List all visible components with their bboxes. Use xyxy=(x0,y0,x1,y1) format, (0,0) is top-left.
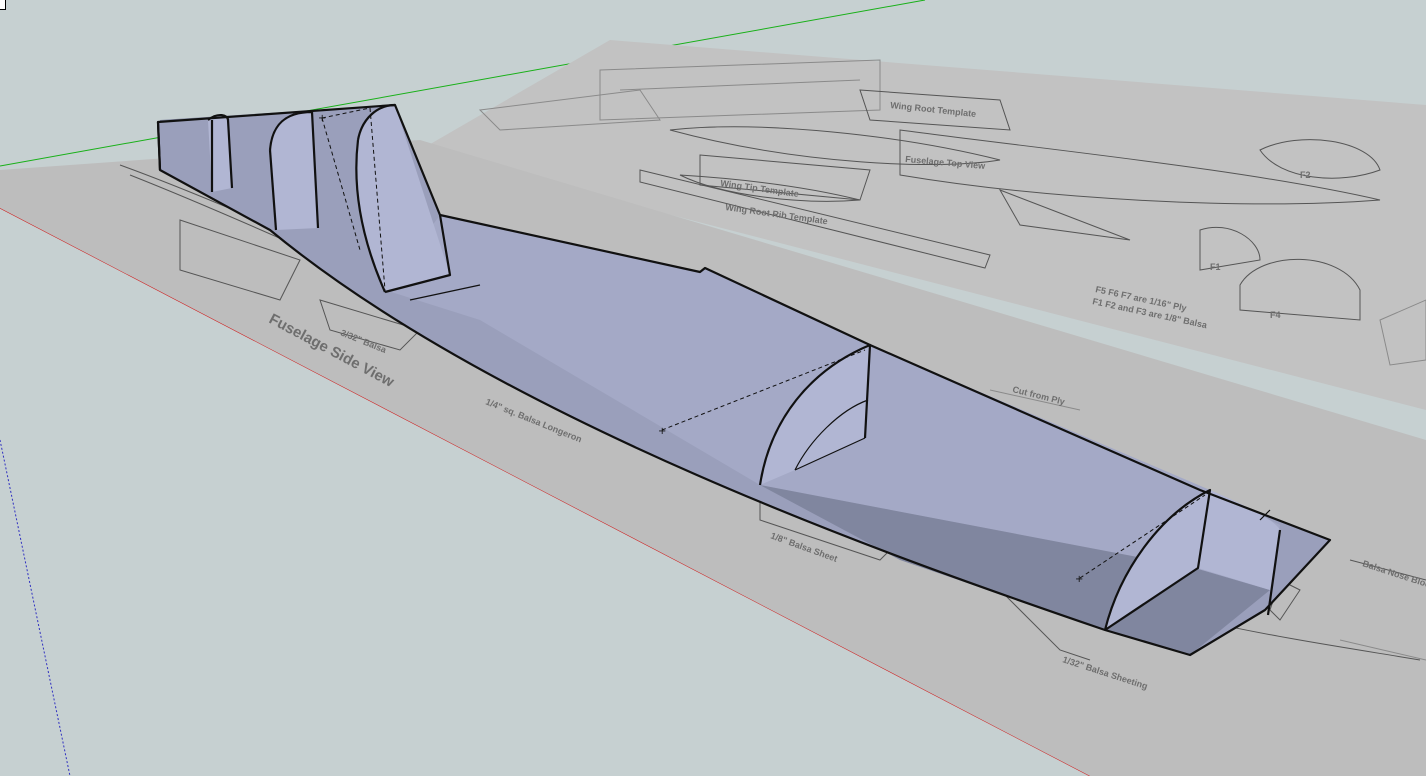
plan-top-f1-label: F1 xyxy=(1210,262,1221,272)
plan-top-f4-label: F4 xyxy=(1270,310,1281,320)
blue-axis xyxy=(0,439,71,776)
plan-top-f2-label: F2 xyxy=(1300,170,1311,180)
guide-point-1: + xyxy=(318,113,326,124)
model-scene[interactable]: Fuselage Top View Wing Root Rib Template… xyxy=(0,0,1426,776)
guide-point-3: + xyxy=(1075,574,1083,585)
former-f2[interactable] xyxy=(270,112,318,230)
3d-viewport[interactable]: Fuselage Top View Wing Root Rib Template… xyxy=(0,0,1426,776)
guide-point-2: + xyxy=(658,426,666,437)
